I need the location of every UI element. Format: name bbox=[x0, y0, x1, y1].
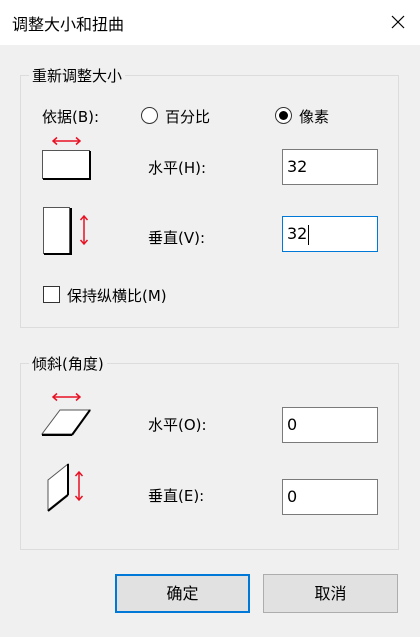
radio-pixels-label[interactable]: 像素 bbox=[299, 106, 329, 127]
resize-vertical-icon bbox=[43, 207, 89, 255]
skew-horizontal-input[interactable]: 0 bbox=[282, 407, 378, 443]
resize-horizontal-label: 水平(H): bbox=[148, 159, 207, 177]
radio-percentage[interactable] bbox=[141, 107, 158, 124]
resize-vertical-value: 32 bbox=[287, 224, 308, 243]
radio-pixels[interactable] bbox=[275, 107, 292, 124]
radio-percentage-label[interactable]: 百分比 bbox=[165, 106, 210, 127]
keep-ratio-label[interactable]: 保持纵横比(M) bbox=[67, 285, 167, 306]
skew-horizontal-label: 水平(O): bbox=[148, 416, 207, 434]
resize-group-title: 重新调整大小 bbox=[29, 65, 126, 86]
dialog-title: 调整大小和扭曲 bbox=[12, 15, 125, 34]
resize-horizontal-icon bbox=[42, 136, 91, 180]
skew-vertical-label: 垂直(E): bbox=[148, 487, 205, 505]
text-caret bbox=[308, 224, 310, 245]
resize-vertical-input[interactable]: 32 bbox=[282, 216, 378, 252]
skew-vertical-icon bbox=[47, 462, 84, 512]
keep-ratio-checkbox[interactable] bbox=[43, 286, 60, 303]
resize-vertical-label: 垂直(V): bbox=[148, 229, 206, 247]
resize-by-label: 依据(B): bbox=[42, 108, 100, 126]
skew-group-title: 倾斜(角度) bbox=[29, 353, 107, 374]
close-button[interactable] bbox=[374, 0, 420, 45]
skew-vertical-input[interactable]: 0 bbox=[282, 479, 378, 515]
close-icon bbox=[391, 15, 405, 29]
title-bar: 调整大小和扭曲 bbox=[0, 0, 420, 45]
skew-horizontal-icon bbox=[41, 392, 91, 436]
ok-button[interactable]: 确定 bbox=[115, 574, 250, 613]
cancel-button[interactable]: 取消 bbox=[263, 574, 398, 613]
resize-horizontal-input[interactable]: 32 bbox=[282, 149, 378, 185]
